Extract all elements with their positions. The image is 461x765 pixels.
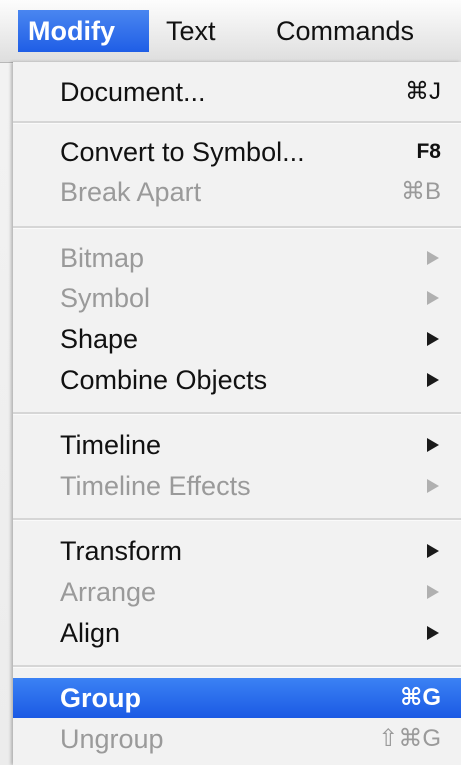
menu-item-convert-to-symbol[interactable]: Convert to Symbol... F8 xyxy=(13,132,461,172)
menu-item-label: Arrange xyxy=(60,577,157,607)
menu-item-timeline[interactable]: Timeline xyxy=(13,425,461,465)
shortcut-label: ⌘J xyxy=(405,78,441,105)
menu-item-label: Symbol xyxy=(60,283,151,313)
menubar-modify[interactable]: Modify xyxy=(18,10,149,52)
menubar-text[interactable]: Text xyxy=(156,10,246,52)
menu-separator xyxy=(13,518,461,521)
submenu-arrow-icon xyxy=(427,438,439,452)
submenu-arrow-icon xyxy=(427,251,439,265)
menu-item-label: Group xyxy=(60,683,141,713)
menu-item-break-apart: Break Apart ⌘B xyxy=(13,172,461,212)
screen: Modify Text Commands Document... ⌘J Conv… xyxy=(0,0,461,765)
menu-separator xyxy=(13,665,461,668)
shortcut-label: F8 xyxy=(416,140,441,163)
menu-separator xyxy=(13,121,461,124)
submenu-arrow-icon xyxy=(427,626,439,640)
submenu-arrow-icon xyxy=(427,373,439,387)
menu-item-arrange: Arrange xyxy=(13,572,461,612)
menu-item-shape[interactable]: Shape xyxy=(13,319,461,359)
modify-menu: Document... ⌘J Convert to Symbol... F8 B… xyxy=(13,62,461,765)
shortcut-label: ⌘B xyxy=(400,178,441,205)
menu-item-label: Transform xyxy=(60,536,183,566)
submenu-arrow-icon xyxy=(427,585,439,599)
submenu-arrow-icon xyxy=(427,291,439,305)
menu-item-align[interactable]: Align xyxy=(13,613,461,653)
menu-item-label: Break Apart xyxy=(60,177,202,207)
menu-item-label: Bitmap xyxy=(60,243,145,273)
menu-item-symbol: Symbol xyxy=(13,278,461,318)
menu-item-bitmap: Bitmap xyxy=(13,238,461,278)
menu-item-label: Align xyxy=(60,618,121,648)
menu-separator xyxy=(13,412,461,415)
menu-separator xyxy=(13,226,461,229)
submenu-arrow-icon xyxy=(427,332,439,346)
menu-item-transform[interactable]: Transform xyxy=(13,531,461,571)
menubar-commands[interactable]: Commands xyxy=(266,10,456,52)
shortcut-label: ⌘G xyxy=(400,684,441,711)
menu-item-combine-objects[interactable]: Combine Objects xyxy=(13,360,461,400)
menu-item-label: Ungroup xyxy=(60,724,164,754)
menu-item-group[interactable]: Group ⌘G xyxy=(13,678,461,718)
menu-item-label: Timeline Effects xyxy=(60,471,251,501)
shortcut-label: ⇧⌘G xyxy=(378,725,441,752)
menu-item-ungroup: Ungroup ⇧⌘G xyxy=(13,719,461,759)
menu-item-label: Document... xyxy=(60,77,206,107)
menu-bar: Modify Text Commands xyxy=(0,0,461,63)
submenu-arrow-icon xyxy=(427,479,439,493)
menu-item-label: Timeline xyxy=(60,430,162,460)
menu-item-document[interactable]: Document... ⌘J xyxy=(13,72,461,112)
menu-item-timeline-effects: Timeline Effects xyxy=(13,466,461,506)
menu-item-label: Convert to Symbol... xyxy=(60,137,305,167)
menu-item-label: Combine Objects xyxy=(60,365,268,395)
submenu-arrow-icon xyxy=(427,544,439,558)
menu-item-label: Shape xyxy=(60,324,139,354)
